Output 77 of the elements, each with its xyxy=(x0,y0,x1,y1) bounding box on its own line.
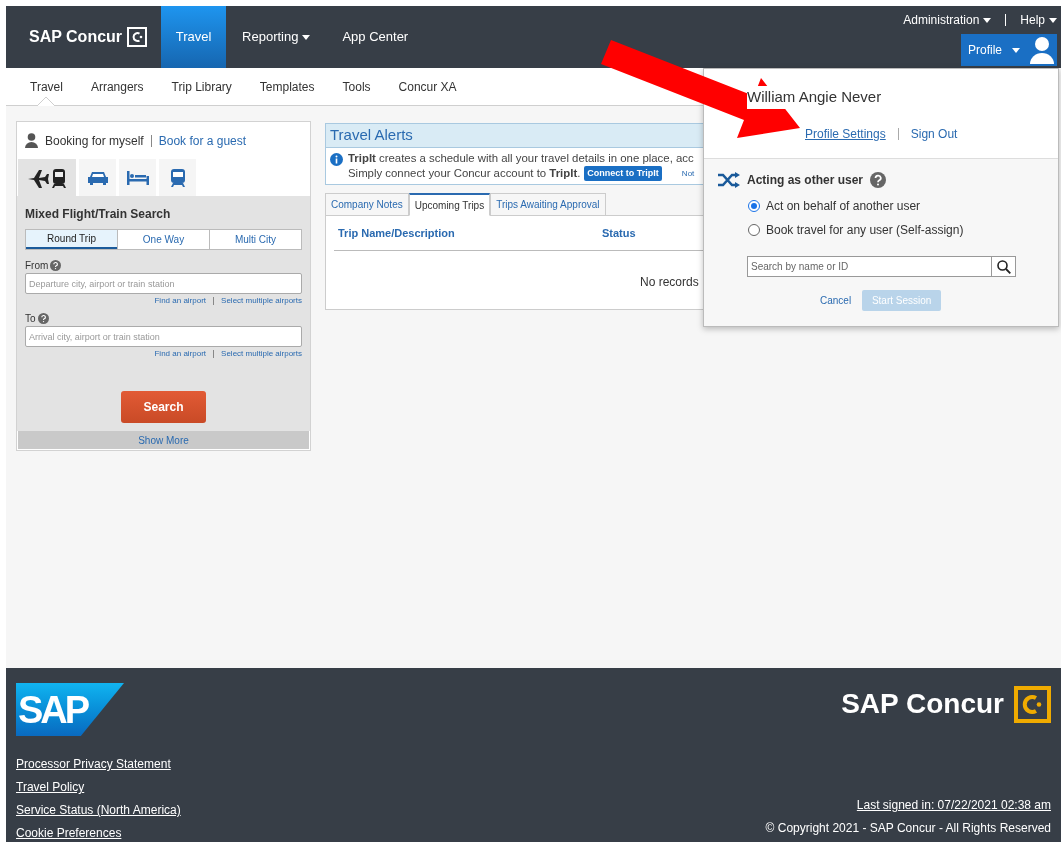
menu-link[interactable]: Help xyxy=(1020,11,1057,29)
trip-tab[interactable]: Upcoming Trips xyxy=(408,193,491,216)
connect-button[interactable]: Connect to TripIt xyxy=(584,166,662,181)
footer-link[interactable]: Travel Policy xyxy=(16,780,181,795)
field-label: To xyxy=(25,312,36,326)
section-title: Acting as other user xyxy=(747,172,864,189)
airport-link[interactable]: Select multiple airports xyxy=(221,295,302,307)
copyright-text: © Copyright 2021 - SAP Concur - All Rights Reserved xyxy=(765,821,1051,836)
subnav-tab[interactable]: Tools xyxy=(328,68,385,105)
airport-link[interactable]: Find an airport xyxy=(154,295,207,307)
help-icon xyxy=(50,260,62,271)
airport-link[interactable]: Find an airport xyxy=(154,348,207,360)
mode-tab[interactable] xyxy=(18,159,76,196)
help-icon xyxy=(37,313,49,324)
car-icon xyxy=(87,170,108,185)
alert-text: Simply connect your Concur account to TripIt. xyxy=(348,166,581,181)
empty-message: No records xyxy=(640,275,699,289)
search-icon xyxy=(996,259,1011,274)
option-label: Book travel for any user (Self-assign) xyxy=(766,222,964,239)
trip-tab[interactable]: Trips Awaiting Approval xyxy=(490,193,606,216)
location-field[interactable]: Departure city, airport or train station xyxy=(25,273,302,294)
radio-button[interactable] xyxy=(748,224,760,236)
mode-tab[interactable] xyxy=(79,159,116,196)
person-icon xyxy=(25,133,38,148)
menu-link[interactable]: Profile Settings xyxy=(805,125,886,143)
caret-icon xyxy=(1049,17,1057,23)
guest-link[interactable]: Book for a guest xyxy=(158,131,247,150)
search-button[interactable] xyxy=(992,256,1016,277)
airport-link[interactable]: Select multiple airports xyxy=(221,348,302,360)
caret-icon xyxy=(983,17,992,23)
option-label: Act on behalf of another user xyxy=(766,198,921,215)
logo-icon xyxy=(127,27,148,47)
section-title: Mixed Flight/Train Search xyxy=(25,206,172,223)
footer-link[interactable]: Processor Privacy Statement xyxy=(16,757,181,772)
shuffle-icon xyxy=(718,172,740,188)
logo-text: SAP Concur xyxy=(841,687,1004,721)
nav-tab[interactable]: App Center xyxy=(326,6,425,68)
booking-option: Booking for myself xyxy=(45,131,144,150)
search-field[interactable]: Search by name or ID xyxy=(747,256,992,277)
logo-icon xyxy=(1014,685,1051,723)
profile-button[interactable]: Profile xyxy=(961,34,1057,66)
trip-type-tab[interactable]: Round Trip xyxy=(26,230,117,249)
last-signed-link[interactable]: Last signed in: 07/22/2021 02:38 am xyxy=(856,798,1051,813)
cancel-button[interactable]: Cancel xyxy=(820,293,852,308)
info-icon xyxy=(330,153,343,166)
trip-tab[interactable]: Company Notes xyxy=(325,193,409,216)
help-icon xyxy=(870,172,887,188)
subnav-tab[interactable]: Concur XA xyxy=(384,68,471,105)
search-button[interactable]: Search xyxy=(121,390,206,423)
logo-text: SAP Concur xyxy=(29,27,123,47)
menu-link[interactable]: Administration xyxy=(903,11,992,29)
subnav-tab[interactable]: Travel xyxy=(16,68,77,105)
column-header: Trip Name/Description xyxy=(337,225,456,241)
subnav-tab[interactable]: Templates xyxy=(245,68,329,105)
footer-link[interactable]: Cookie Preferences xyxy=(16,826,181,841)
trip-type-tab[interactable]: Multi City xyxy=(209,230,301,249)
field-label: From xyxy=(25,259,49,273)
nav-tab[interactable]: Travel xyxy=(161,6,227,68)
avatar-icon xyxy=(1030,36,1054,64)
subnav-tab[interactable]: Arrangers xyxy=(76,68,158,105)
location-field[interactable]: Arrival city, airport or train station xyxy=(25,326,302,347)
column-header: Status xyxy=(602,225,636,241)
dismiss-link[interactable]: Not xyxy=(681,166,695,181)
mode-tab[interactable] xyxy=(159,159,196,196)
alert-text: TripIt creates a schedule with all your travel details in one place, acc xyxy=(348,151,695,166)
radio-button[interactable] xyxy=(748,200,760,212)
footer-link[interactable]: Service Status (North America) xyxy=(16,803,181,818)
nav-tab[interactable]: Reporting xyxy=(226,6,327,68)
user-name: William Angie Never xyxy=(747,86,882,109)
logo-text: SAP xyxy=(18,690,88,729)
menu-link[interactable]: Sign Out xyxy=(910,125,958,143)
subnav-tab[interactable]: Trip Library xyxy=(157,68,246,105)
show-more-bar[interactable]: Show More xyxy=(18,431,309,449)
trip-type-tab[interactable]: One Way xyxy=(117,230,209,249)
train-icon xyxy=(170,168,185,187)
bed-icon xyxy=(126,170,149,185)
caret-icon xyxy=(1012,47,1020,53)
